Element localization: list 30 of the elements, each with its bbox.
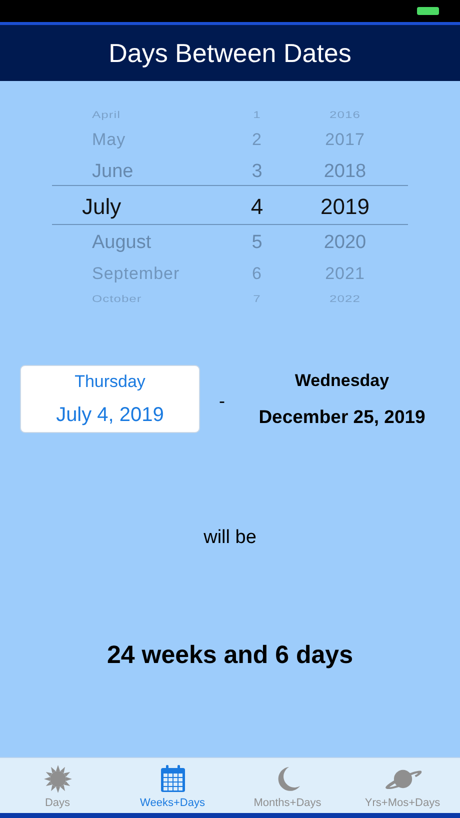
picker-item[interactable]: 2019 [320, 188, 370, 226]
picker-item[interactable]: 2021 [325, 259, 365, 289]
picker-item[interactable]: 3 [252, 155, 262, 188]
date-label[interactable]: December 25, 2019 [258, 406, 426, 428]
picker-item[interactable]: September [92, 259, 180, 289]
result-text: 24 weeks and 6 days [107, 641, 353, 670]
tab[interactable]: Days [0, 758, 115, 813]
weekday-label[interactable]: Wednesday [294, 371, 390, 391]
dash-separator: - [218, 390, 226, 412]
picker-item[interactable]: 2020 [324, 226, 366, 259]
sun-icon [42, 764, 72, 794]
picker-item[interactable]: 5 [252, 226, 262, 259]
tab[interactable]: Months+Days [230, 758, 345, 813]
picker-item[interactable]: June [92, 155, 134, 188]
picker-item[interactable]: 2017 [325, 125, 365, 155]
tab[interactable]: Yrs+Mos+Days [345, 758, 460, 813]
tab[interactable]: Weeks+Days [115, 758, 230, 813]
date-label: July 4, 2019 [56, 404, 164, 427]
picker-item[interactable]: July [82, 188, 122, 226]
battery-icon [417, 7, 439, 15]
connector-text: will be [204, 527, 256, 549]
picker-item[interactable]: 2018 [324, 155, 366, 188]
picker-item[interactable]: 2 [252, 125, 262, 155]
picker-item[interactable]: 4 [250, 188, 264, 226]
picker-item[interactable]: May [92, 125, 126, 155]
screen-title: Days Between Dates [108, 38, 352, 68]
weekday-label: Thursday [74, 372, 146, 392]
picker-item[interactable]: 6 [252, 259, 262, 289]
date-card[interactable]: Thursday July 4, 2019 [20, 365, 200, 433]
picker-item[interactable]: August [92, 226, 152, 259]
